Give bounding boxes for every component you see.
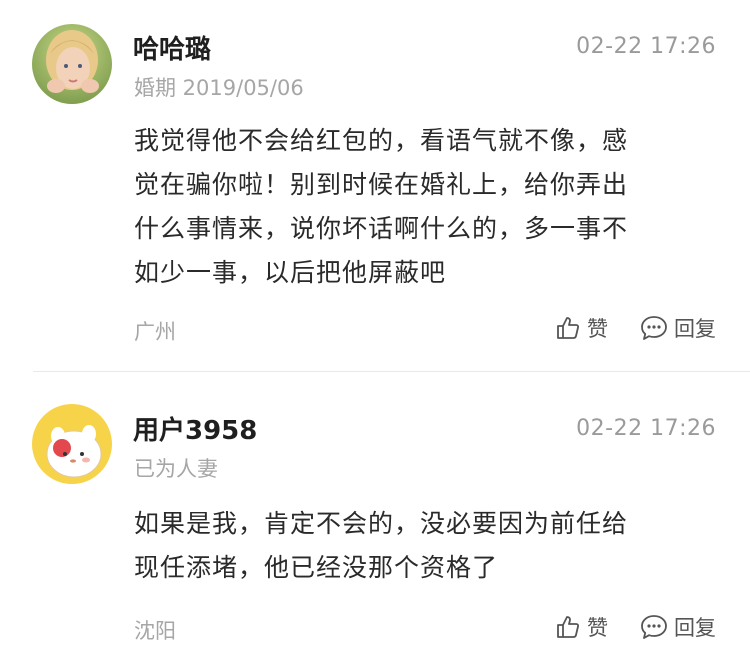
thumbs-up-icon — [557, 317, 579, 339]
comment-body: 如果是我，肯定不会的，没必要因为前任给 现任添堵，他已经没那个资格了 — [134, 502, 724, 590]
username[interactable]: 哈哈璐 — [133, 29, 211, 66]
comment-actions: 赞 回复 — [555, 313, 716, 343]
comment-line: 什么事情来，说你坏话啊什么的，多一事不 — [134, 214, 629, 243]
reply-label: 回复 — [674, 616, 716, 640]
comment-item: 用户3958 02-22 17:26 已为人妻 如果是我，肯定不会的，没必要因为… — [0, 372, 750, 656]
speech-bubble-icon — [641, 615, 667, 639]
user-meta: 已为人妻 — [134, 457, 218, 481]
comment-line: 觉在骗你啦！别到时候在婚礼上，给你弄出 — [134, 170, 629, 199]
speech-bubble-icon — [641, 316, 667, 340]
comment-time: 02-22 17:26 — [576, 34, 716, 59]
avatar[interactable] — [32, 24, 112, 104]
like-button[interactable]: 赞 — [555, 612, 608, 642]
comment-line: 如少一事，以后把他屏蔽吧 — [134, 258, 447, 287]
comment-body: 我觉得他不会给红包的，看语气就不像，感 觉在骗你啦！别到时候在婚礼上，给你弄出 … — [134, 119, 724, 295]
location: 广州 — [134, 320, 176, 344]
comment-line: 我觉得他不会给红包的，看语气就不像，感 — [134, 126, 629, 155]
reply-label: 回复 — [674, 317, 716, 341]
comment-time: 02-22 17:26 — [576, 416, 716, 441]
username[interactable]: 用户3958 — [133, 410, 257, 447]
like-label: 赞 — [587, 616, 608, 640]
comment-line: 如果是我，肯定不会的，没必要因为前任给 — [134, 509, 629, 538]
avatar-cartoon — [32, 404, 112, 484]
reply-button[interactable]: 回复 — [640, 313, 716, 343]
avatar-photo — [32, 24, 112, 104]
user-meta: 婚期 2019/05/06 — [134, 76, 304, 100]
reply-button[interactable]: 回复 — [640, 612, 716, 642]
thumbs-up-icon — [557, 616, 579, 638]
comment-actions: 赞 回复 — [555, 612, 716, 642]
like-label: 赞 — [587, 317, 608, 341]
comment-item: 哈哈璐 02-22 17:26 婚期 2019/05/06 我觉得他不会给红包的… — [0, 0, 750, 372]
like-button[interactable]: 赞 — [555, 313, 608, 343]
avatar[interactable] — [32, 404, 112, 484]
comment-line: 现任添堵，他已经没那个资格了 — [134, 553, 499, 582]
location: 沈阳 — [134, 619, 176, 643]
